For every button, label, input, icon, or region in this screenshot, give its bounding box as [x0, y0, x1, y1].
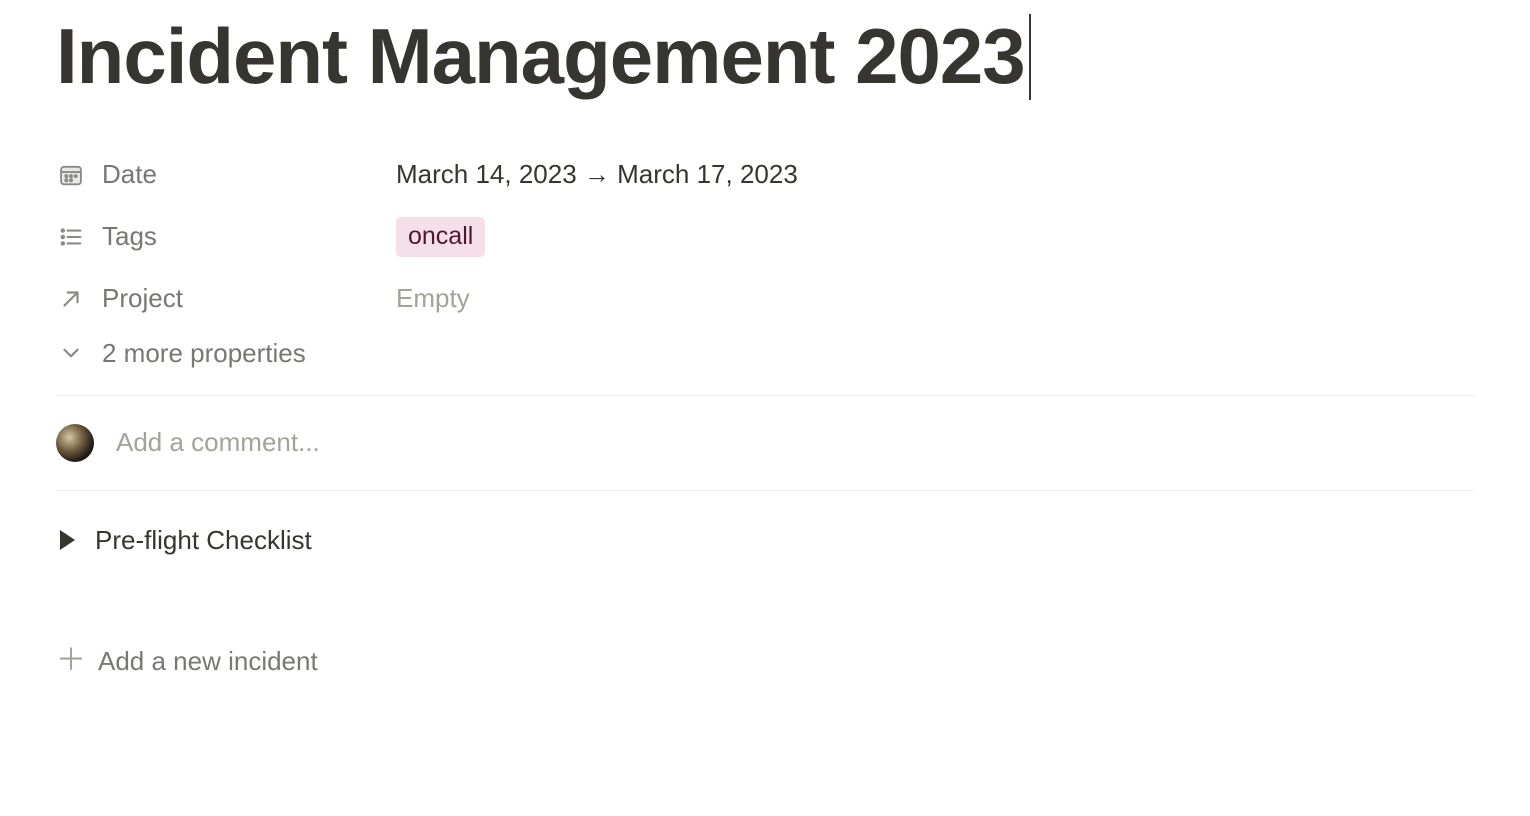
property-label-project: Project — [56, 283, 396, 314]
plus-icon: ＋ — [56, 646, 86, 676]
toggle-label: Pre-flight Checklist — [95, 525, 312, 556]
calendar-icon — [56, 161, 86, 189]
property-row-tags[interactable]: Tags oncall — [56, 206, 1474, 268]
property-value-date[interactable]: March 14, 2023 → March 17, 2023 — [396, 159, 798, 190]
add-incident-label: Add a new incident — [98, 646, 318, 677]
list-icon — [56, 223, 86, 251]
property-value-tags[interactable]: oncall — [396, 217, 485, 257]
property-label-date: Date — [56, 159, 396, 190]
toggle-preflight[interactable]: Pre-flight Checklist — [56, 491, 1474, 556]
comment-row[interactable]: Add a comment... — [56, 396, 1474, 490]
page-container: Incident Management 2023 Date — [0, 0, 1530, 717]
properties-block: Date March 14, 2023 → March 17, 2023 T — [56, 144, 1474, 395]
avatar — [56, 424, 94, 462]
page-title[interactable]: Incident Management 2023 — [56, 14, 1031, 100]
more-properties-label: 2 more properties — [102, 338, 306, 369]
arrow-up-right-icon — [56, 286, 86, 312]
tag-pill-oncall[interactable]: oncall — [396, 217, 485, 257]
property-label-text: Date — [102, 159, 157, 190]
property-value-project[interactable]: Empty — [396, 283, 470, 314]
comment-input[interactable]: Add a comment... — [116, 427, 320, 458]
property-row-project[interactable]: Project Empty — [56, 268, 1474, 330]
property-label-text: Tags — [102, 221, 157, 252]
triangle-right-icon — [60, 530, 75, 550]
property-label-tags: Tags — [56, 221, 396, 252]
chevron-down-icon — [56, 340, 86, 366]
property-row-date[interactable]: Date March 14, 2023 → March 17, 2023 — [56, 144, 1474, 206]
property-label-text: Project — [102, 283, 183, 314]
add-incident-button[interactable]: ＋ Add a new incident — [56, 556, 1474, 677]
more-properties-toggle[interactable]: 2 more properties — [56, 330, 1474, 395]
